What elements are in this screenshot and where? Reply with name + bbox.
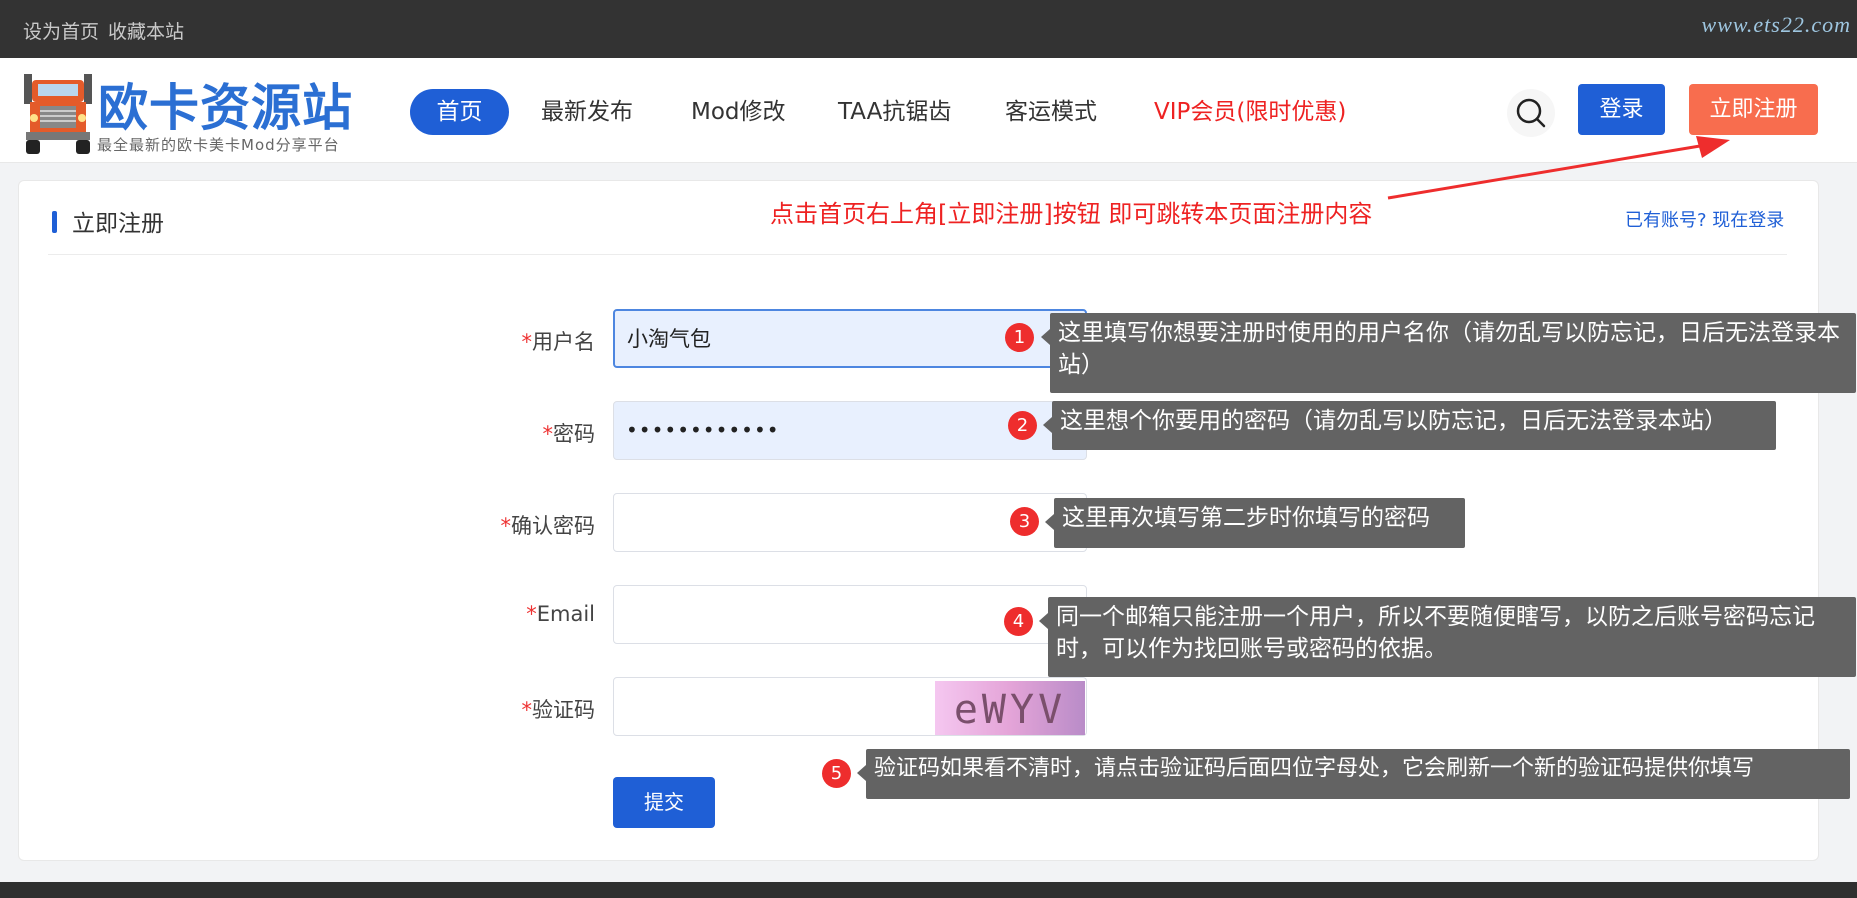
nav-vip[interactable]: VIP会员(限时优惠) [1154,89,1346,135]
confirm-password-label: *确认密码 [500,514,596,538]
divider [48,254,1787,255]
annotation-callout-3: 这里再次填写第二步时你填写的密码 [1045,498,1465,548]
pointer-arrow-icon [1387,136,1730,200]
required-mark: * [526,602,537,626]
annotation-callout-2: 这里想个你要用的密码（请勿乱写以防忘记，日后无法登录本站） [1043,401,1776,450]
annotation-badge-3: 3 [1010,507,1039,536]
annotation-callout-5: 验证码如果看不清时，请点击验证码后面四位字母处，它会刷新一个新的验证码提供你填写 [857,749,1850,799]
captcha-image[interactable]: eWYV [935,681,1085,735]
captcha-text: eWYV [954,687,1066,733]
required-mark: * [521,330,533,354]
nav-taa[interactable]: TAA抗锯齿 [838,89,951,135]
site-url-watermark: www.ets22.com [1701,12,1851,37]
nav-bus-mode[interactable]: 客运模式 [1005,89,1097,135]
page-title: 立即注册 [72,211,164,237]
nav-latest[interactable]: 最新发布 [541,89,633,135]
username-label: *用户名 [521,330,596,354]
annotation-badge-2: 2 [1008,411,1037,440]
annotation-callout-1: 这里填写你想要注册时使用的用户名你（请勿乱写以防忘记，日后无法登录本站） [1041,313,1856,393]
truck-logo-icon[interactable] [18,70,98,156]
title-accent-bar [52,211,57,233]
logo-subtitle: 最全最新的欧卡美卡Mod分享平台 [97,136,340,154]
annotation-badge-5: 5 [822,759,851,788]
captcha-label: *验证码 [521,698,596,722]
login-link[interactable]: 已有账号? 现在登录 [1625,206,1784,232]
bookmark-link[interactable]: 收藏本站 [108,17,184,44]
footer-strip [0,882,1857,898]
instruction-note: 点击首页右上角[立即注册]按钮 即可跳转本页面注册内容 [770,200,1373,228]
logo-title[interactable]: 欧卡资源站 [98,68,353,140]
annotation-badge-1: 1 [1005,323,1034,352]
required-mark: * [542,422,554,446]
required-mark: * [500,514,512,538]
top-bar: 设为首页 收藏本站 www.ets22.com [0,0,1857,58]
password-label: *密码 [542,422,596,446]
set-home-link[interactable]: 设为首页 [23,17,99,44]
annotation-badge-4: 4 [1004,607,1033,636]
required-mark: * [521,698,533,722]
annotation-callout-4: 同一个邮箱只能注册一个用户，所以不要随便瞎写，以防之后账号密码忘记时，可以作为找… [1039,597,1856,677]
email-label: *Email [526,602,595,626]
nav-home[interactable]: 首页 [410,89,509,135]
submit-button[interactable]: 提交 [613,777,715,828]
nav-mod[interactable]: Mod修改 [691,89,786,135]
